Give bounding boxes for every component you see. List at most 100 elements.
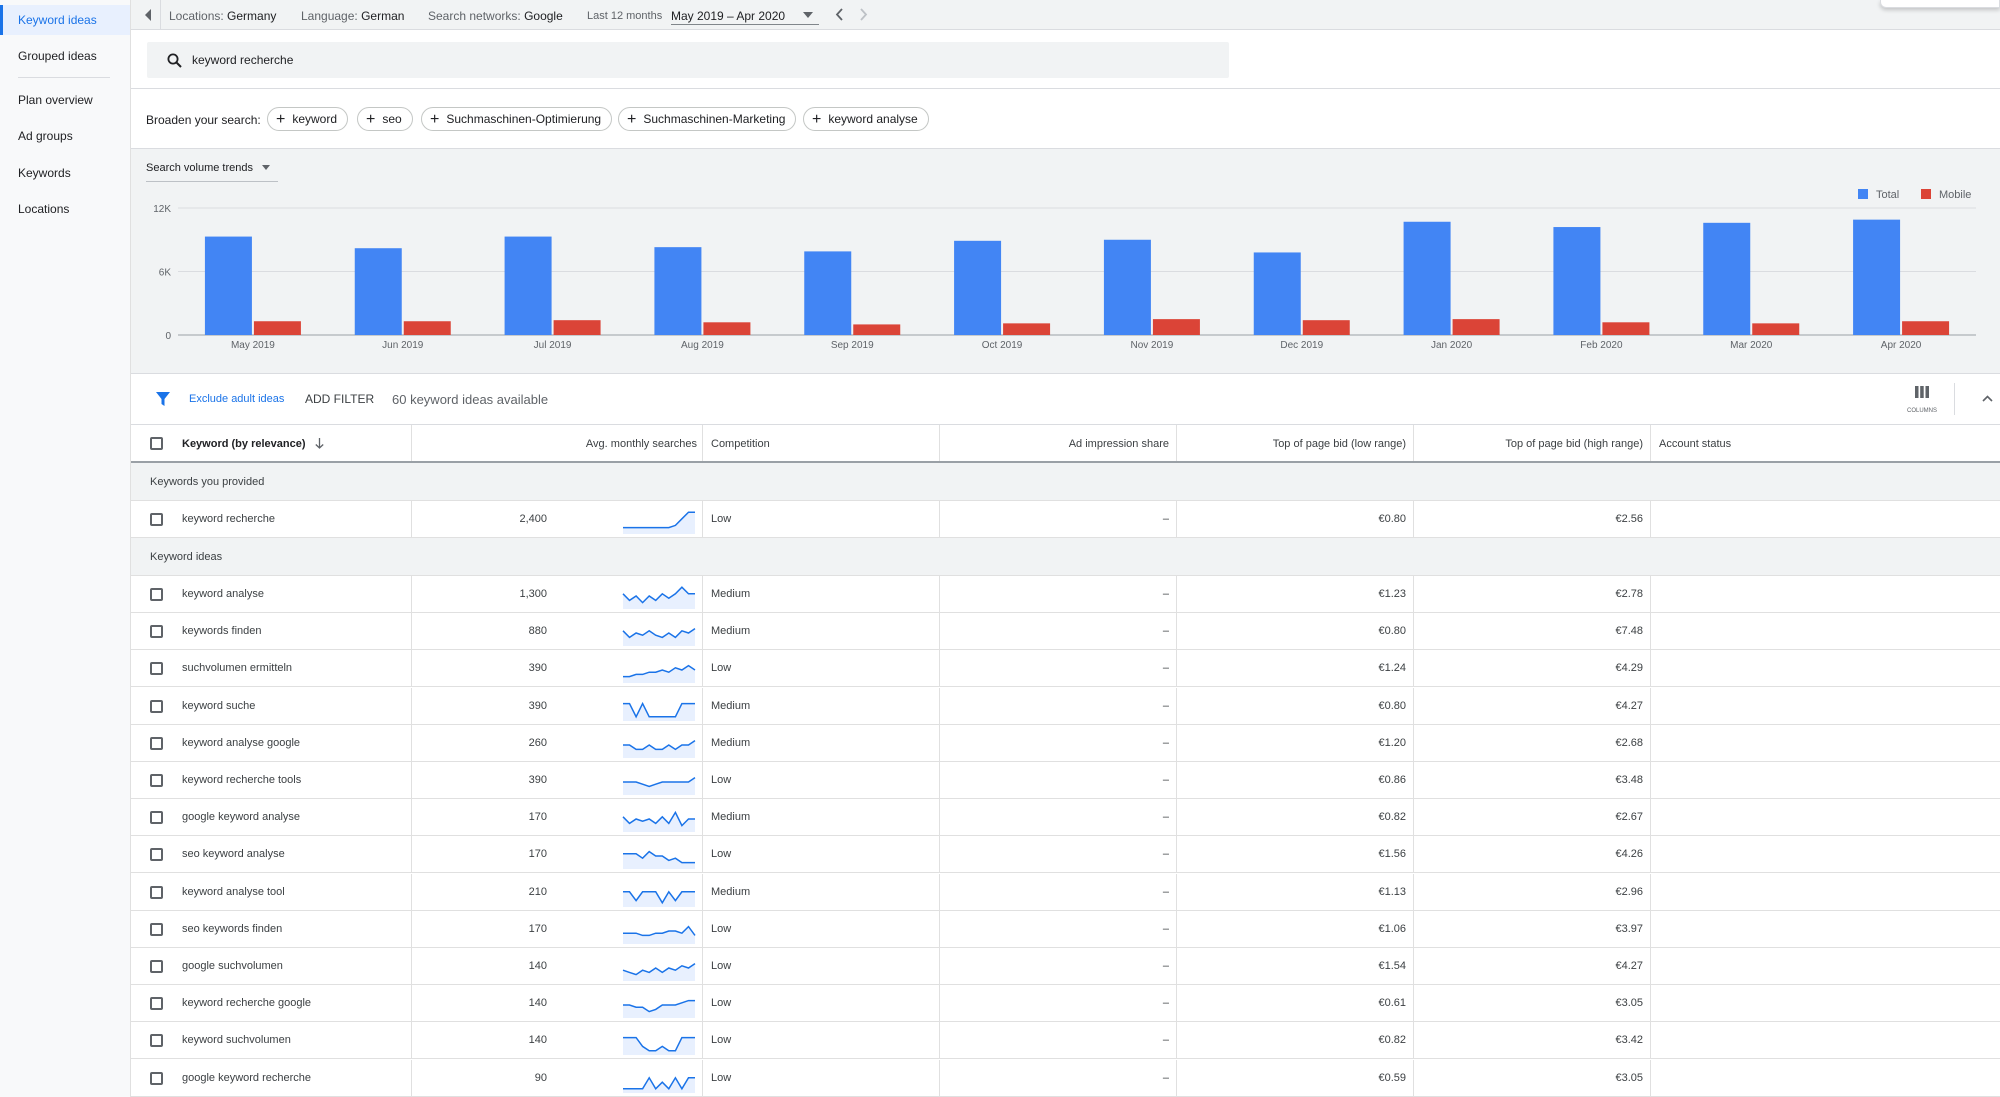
dropdown-arrow-icon[interactable] [803,12,813,18]
bid-low-cell: €0.82 [1378,811,1406,824]
row-checkbox[interactable] [150,513,163,526]
locations-setting[interactable]: Locations: Germany [169,9,276,23]
column-header-bid-high[interactable]: Top of page bid (high range) [1414,425,1643,463]
table-row[interactable]: keyword analyse tool 210 Medium – €1.13 €2.96 [131,873,2000,911]
bar-mobile [853,324,901,335]
broaden-chip-keyword-analyse[interactable]: + keyword analyse [803,107,929,131]
trend-sparkline[interactable] [622,804,696,833]
bid-high-cell: €7.48 [1615,625,1643,638]
col-divider [1650,576,1651,613]
collapse-arrow-icon[interactable] [143,9,153,21]
col-divider [939,836,940,874]
search-box[interactable] [147,42,1229,78]
row-checkbox[interactable] [150,848,163,862]
trend-sparkline[interactable] [622,767,696,795]
columns-icon[interactable] [1915,386,1929,398]
next-period-icon[interactable] [860,8,868,21]
sidebar-item-plan-overview[interactable]: Plan overview [0,85,130,115]
searches-cell: 390 [528,699,547,712]
trend-sparkline[interactable] [622,655,696,684]
networks-value: Google [524,9,563,23]
select-all-checkbox[interactable] [150,437,163,450]
row-checkbox[interactable] [150,625,163,639]
row-checkbox[interactable] [150,736,163,750]
table-row[interactable]: keyword suchvolumen 140 Low – €0.82 €3.42 [131,1022,2000,1060]
columns-label: COLUMNS [1906,408,1937,414]
trend-sparkline[interactable] [622,730,696,758]
table-row[interactable]: keyword recherche 2,400 Low – €0.80 €2.56 [131,501,2000,538]
search-input[interactable] [192,42,1192,78]
filter-icon[interactable] [156,392,170,406]
collapse-chevron-icon[interactable] [1982,395,1993,402]
previous-period-icon[interactable] [835,8,843,21]
trend-sparkline[interactable] [622,618,696,647]
language-setting[interactable]: Language: German [301,9,404,23]
chip-label: Suchmaschinen-Optimierung [446,112,602,126]
row-checkbox[interactable] [150,588,163,601]
sidebar-item-keyword-ideas[interactable]: Keyword ideas [0,5,130,35]
sidebar-item-keywords[interactable]: Keywords [0,158,130,188]
trend-sparkline[interactable] [622,581,696,609]
col-divider [1650,1022,1651,1060]
exclude-adult-ideas-filter[interactable]: Exclude adult ideas [189,393,284,405]
table-row[interactable]: google keyword recherche 90 Low – €0.59 €3.05 [131,1059,2000,1097]
add-filter-button[interactable]: ADD FILTER [305,392,374,406]
keyword-cell: keyword suchvolumen [182,1034,291,1047]
row-checkbox[interactable] [150,1071,163,1085]
sidebar-item-locations[interactable]: Locations [0,194,130,224]
table-row[interactable]: google keyword analyse 170 Medium – €0.82 €2.… [131,799,2000,837]
trend-sparkline[interactable] [622,1027,696,1056]
sidebar: Keyword ideas Grouped ideas Plan overvie… [0,0,131,1097]
column-header-bid-low[interactable]: Top of page bid (low range) [1177,425,1406,463]
column-header-competition[interactable]: Competition [711,425,770,463]
column-header-keyword[interactable]: Keyword (by relevance) [182,425,324,463]
col-divider [939,687,940,725]
trend-sparkline[interactable] [622,879,696,907]
sidebar-item-ad-groups[interactable]: Ad groups [0,121,130,151]
sidebar-item-grouped-ideas[interactable]: Grouped ideas [0,41,130,71]
table-row[interactable]: keywords finden 880 Medium – €0.80 €7.48 [131,613,2000,651]
col-divider [1176,985,1177,1023]
sort-arrow-down-icon[interactable] [314,438,324,449]
col-divider [1176,613,1177,651]
trend-sparkline[interactable] [622,953,696,981]
row-checkbox[interactable] [150,997,163,1011]
broaden-chip-keyword[interactable]: + keyword [267,107,349,131]
plus-icon: + [276,111,286,128]
table-row[interactable]: keyword recherche tools 390 Low – €0.86 €3.48 [131,762,2000,799]
row-checkbox[interactable] [150,699,163,713]
row-checkbox[interactable] [150,1034,163,1048]
row-checkbox[interactable] [150,662,163,676]
networks-setting[interactable]: Search networks: Google [428,9,563,23]
column-header-searches[interactable]: Avg. monthly searches [420,425,697,463]
row-checkbox[interactable] [150,774,163,787]
table-row[interactable]: keyword analyse 1,300 Medium – €1.23 €2.78 [131,576,2000,613]
table-row[interactable]: seo keyword analyse 170 Low – €1.56 €4.26 [131,836,2000,874]
trend-sparkline[interactable] [622,693,696,721]
column-header-impression-share[interactable]: Ad impression share [940,425,1169,463]
table-row[interactable]: keyword recherche google 140 Low – €0.61 €3.0… [131,985,2000,1023]
trend-sparkline[interactable] [622,1065,696,1093]
row-checkbox[interactable] [150,922,163,936]
date-range-value[interactable]: May 2019 – Apr 2020 [671,9,785,23]
broaden-chip-suchmaschinen-optimierung[interactable]: + Suchmaschinen-Optimierung [421,107,613,131]
trend-sparkline[interactable] [622,990,696,1019]
row-checkbox[interactable] [150,960,163,973]
table-row[interactable]: suchvolumen ermitteln 390 Low – €1.24 €4.29 [131,650,2000,688]
table-row[interactable]: keyword suche 390 Medium – €0.80 €4.27 [131,687,2000,725]
trend-sparkline[interactable] [622,841,696,870]
table-row[interactable]: keyword analyse google 260 Medium – €1.20 €2.… [131,724,2000,762]
table-row[interactable]: seo keywords finden 170 Low – €1.06 €3.97 [131,910,2000,948]
trend-sparkline[interactable] [622,916,696,944]
bar-mobile [1902,321,1950,335]
column-header-account-status[interactable]: Account status [1659,425,1731,463]
row-checkbox[interactable] [150,811,163,825]
col-divider [1176,1059,1177,1097]
table-row[interactable]: google suchvolumen 140 Low – €1.54 €4.27 [131,948,2000,985]
broaden-chip-suchmaschinen-marketing[interactable]: + Suchmaschinen-Marketing [618,107,797,131]
row-checkbox[interactable] [150,885,163,899]
trend-sparkline[interactable] [622,506,696,534]
broaden-chip-seo[interactable]: + seo [357,107,413,131]
col-divider [411,985,412,1023]
competition-cell: Low [711,848,732,861]
